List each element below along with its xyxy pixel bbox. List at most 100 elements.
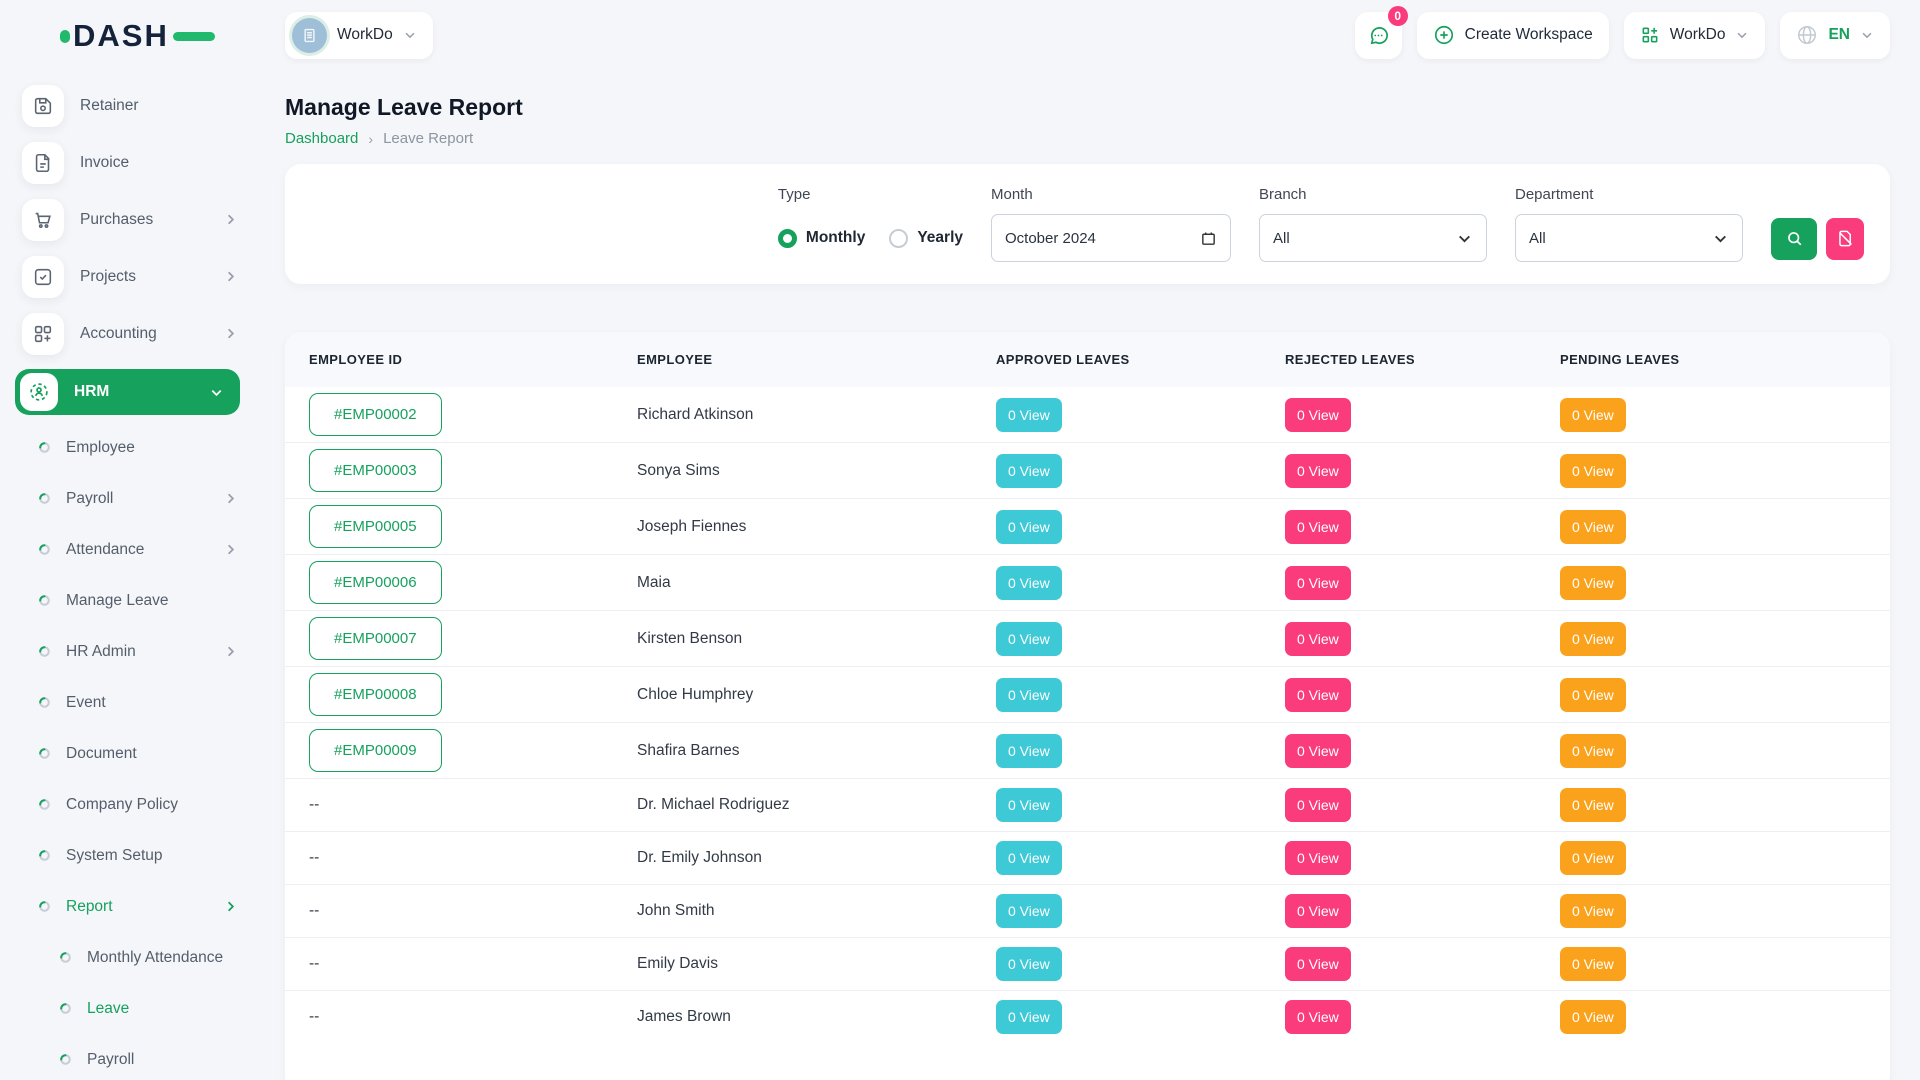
sidebar-item-label: Attendance — [66, 541, 208, 559]
type-radio-yearly[interactable]: Yearly — [889, 229, 963, 248]
chevron-down-icon — [209, 385, 224, 400]
rejected-view-badge[interactable]: 0 View — [1285, 510, 1351, 544]
employee-id-empty: -- — [309, 1008, 319, 1025]
sidebar-item-payroll[interactable]: Payroll — [0, 1034, 256, 1080]
pending-view-badge[interactable]: 0 View — [1560, 622, 1626, 656]
sidebar-item-label: Accounting — [80, 325, 207, 343]
employee-name: Maia — [637, 574, 671, 591]
approved-view-badge[interactable]: 0 View — [996, 788, 1062, 822]
employee-id-button[interactable]: #EMP00006 — [309, 561, 442, 604]
sidebar-item-hr-admin[interactable]: HR Admin — [0, 626, 256, 677]
pending-view-badge[interactable]: 0 View — [1560, 734, 1626, 768]
sidebar-item-hrm[interactable]: HRM — [15, 369, 240, 415]
rejected-view-badge[interactable]: 0 View — [1285, 454, 1351, 488]
rejected-view-badge[interactable]: 0 View — [1285, 947, 1351, 981]
sidebar-item-purchases[interactable]: Purchases — [0, 191, 256, 248]
employee-id-button[interactable]: #EMP00009 — [309, 729, 442, 772]
pending-view-badge[interactable]: 0 View — [1560, 454, 1626, 488]
chat-button[interactable]: 0 — [1355, 12, 1402, 59]
employee-id-button[interactable]: #EMP00008 — [309, 673, 442, 716]
rejected-view-badge[interactable]: 0 View — [1285, 841, 1351, 875]
sidebar-item-monthly-attendance[interactable]: Monthly Attendance — [0, 932, 256, 983]
approved-view-badge[interactable]: 0 View — [996, 622, 1062, 656]
workspace-switcher[interactable]: WorkDo — [285, 12, 433, 59]
sidebar-item-manage-leave[interactable]: Manage Leave — [0, 575, 256, 626]
approved-view-badge[interactable]: 0 View — [996, 947, 1062, 981]
rejected-view-badge[interactable]: 0 View — [1285, 734, 1351, 768]
type-filter-group: Type MonthlyYearly — [778, 186, 963, 262]
pending-view-badge[interactable]: 0 View — [1560, 1000, 1626, 1034]
sidebar-item-event[interactable]: Event — [0, 677, 256, 728]
sidebar-item-label: Payroll — [87, 1051, 238, 1069]
sidebar-item-document[interactable]: Document — [0, 728, 256, 779]
employee-id-button[interactable]: #EMP00005 — [309, 505, 442, 548]
pending-view-badge[interactable]: 0 View — [1560, 947, 1626, 981]
pending-view-badge[interactable]: 0 View — [1560, 398, 1626, 432]
approved-view-badge[interactable]: 0 View — [996, 841, 1062, 875]
sidebar-item-accounting[interactable]: Accounting — [0, 305, 256, 362]
sidebar-item-report[interactable]: Report — [0, 881, 256, 932]
pending-view-badge[interactable]: 0 View — [1560, 788, 1626, 822]
branch-select[interactable]: All — [1259, 214, 1487, 262]
calendar-icon — [1200, 230, 1217, 247]
app-logo[interactable]: DASH — [0, 0, 256, 72]
approved-view-badge[interactable]: 0 View — [996, 734, 1062, 768]
sidebar-item-system-setup[interactable]: System Setup — [0, 830, 256, 881]
employee-id-button[interactable]: #EMP00007 — [309, 617, 442, 660]
create-workspace-label: Create Workspace — [1465, 26, 1593, 44]
breadcrumb-current: Leave Report — [383, 130, 473, 147]
type-radio-monthly[interactable]: Monthly — [778, 229, 865, 248]
sidebar-item-attendance[interactable]: Attendance — [0, 524, 256, 575]
department-select[interactable]: All — [1515, 214, 1743, 262]
pending-view-badge[interactable]: 0 View — [1560, 510, 1626, 544]
month-input[interactable]: October 2024 — [991, 214, 1231, 262]
rejected-view-badge[interactable]: 0 View — [1285, 566, 1351, 600]
rejected-view-badge[interactable]: 0 View — [1285, 622, 1351, 656]
rejected-view-badge[interactable]: 0 View — [1285, 678, 1351, 712]
rejected-view-badge[interactable]: 0 View — [1285, 894, 1351, 928]
filter-card: Type MonthlyYearly Month October 2024 Br… — [285, 164, 1890, 284]
column-header-employee: EMPLOYEE — [637, 332, 996, 387]
search-button[interactable] — [1771, 218, 1817, 260]
reset-button[interactable] — [1826, 218, 1864, 260]
bullet-icon — [38, 900, 51, 913]
sidebar-item-employee[interactable]: Employee — [0, 422, 256, 473]
approved-view-badge[interactable]: 0 View — [996, 510, 1062, 544]
bullet-icon — [59, 1053, 72, 1066]
approved-view-badge[interactable]: 0 View — [996, 566, 1062, 600]
retainer-icon — [22, 85, 64, 127]
approved-view-badge[interactable]: 0 View — [996, 398, 1062, 432]
approved-view-badge[interactable]: 0 View — [996, 454, 1062, 488]
sidebar-item-company-policy[interactable]: Company Policy — [0, 779, 256, 830]
rejected-view-badge[interactable]: 0 View — [1285, 1000, 1351, 1034]
sidebar-item-leave[interactable]: Leave — [0, 983, 256, 1034]
sidebar-item-invoice[interactable]: Invoice — [0, 134, 256, 191]
sidebar-item-projects[interactable]: Projects — [0, 248, 256, 305]
workspace-name: WorkDo — [337, 26, 393, 44]
approved-view-badge[interactable]: 0 View — [996, 894, 1062, 928]
employee-id-button[interactable]: #EMP00003 — [309, 449, 442, 492]
breadcrumb: Dashboard › Leave Report — [285, 130, 1890, 147]
bullet-icon — [38, 492, 51, 505]
bullet-icon — [59, 1002, 72, 1015]
app-menu-button[interactable]: WorkDo — [1624, 12, 1766, 59]
sidebar-item-label: Monthly Attendance — [87, 949, 238, 967]
pending-view-badge[interactable]: 0 View — [1560, 894, 1626, 928]
approved-view-badge[interactable]: 0 View — [996, 1000, 1062, 1034]
language-button[interactable]: EN — [1780, 12, 1890, 59]
table-row: --John Smith0 View0 View0 View — [285, 885, 1890, 938]
employee-id-button[interactable]: #EMP00002 — [309, 393, 442, 436]
breadcrumb-dashboard-link[interactable]: Dashboard — [285, 130, 358, 147]
pending-view-badge[interactable]: 0 View — [1560, 678, 1626, 712]
sidebar-item-payroll[interactable]: Payroll — [0, 473, 256, 524]
rejected-view-badge[interactable]: 0 View — [1285, 788, 1351, 822]
rejected-view-badge[interactable]: 0 View — [1285, 398, 1351, 432]
create-workspace-button[interactable]: Create Workspace — [1417, 12, 1609, 59]
employee-name: James Brown — [637, 1008, 731, 1025]
pending-view-badge[interactable]: 0 View — [1560, 566, 1626, 600]
pending-view-badge[interactable]: 0 View — [1560, 841, 1626, 875]
bullet-icon — [38, 696, 51, 709]
sidebar-item-retainer[interactable]: Retainer — [0, 77, 256, 134]
employee-name: Shafira Barnes — [637, 742, 740, 759]
approved-view-badge[interactable]: 0 View — [996, 678, 1062, 712]
